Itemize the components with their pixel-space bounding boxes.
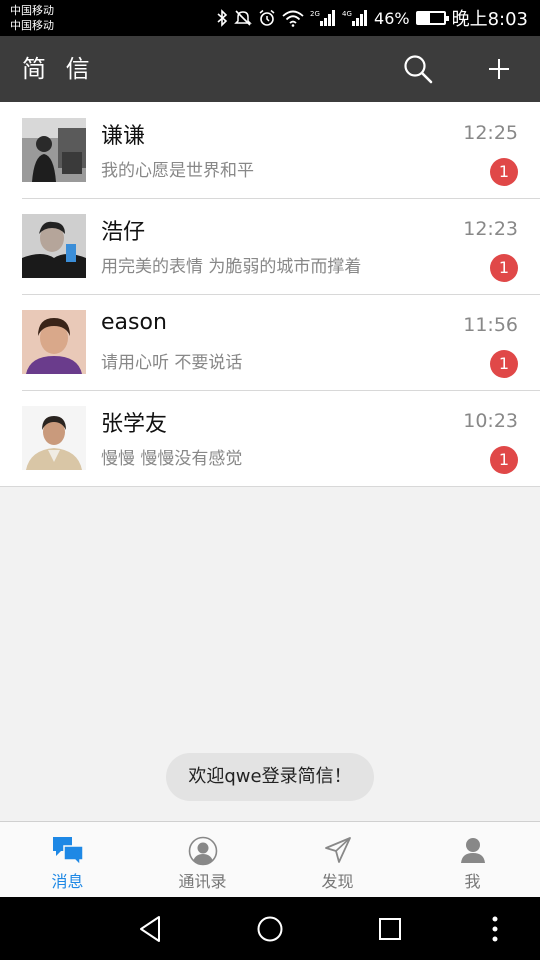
message-time: 11:56 xyxy=(463,314,518,336)
unread-badge: 1 xyxy=(490,254,518,282)
carrier-label-1: 中国移动 xyxy=(10,4,54,17)
contact-name: 谦谦 xyxy=(101,124,146,149)
recents-icon xyxy=(379,918,401,940)
contact-name: eason xyxy=(101,310,167,335)
chat-item[interactable]: 张学友 慢慢 慢慢没有感觉 10:23 1 xyxy=(0,390,540,486)
home-button[interactable] xyxy=(252,911,288,947)
unread-badge: 1 xyxy=(490,446,518,474)
person-icon xyxy=(460,838,485,863)
more-vert-icon xyxy=(492,916,498,942)
tab-label: 通讯录 xyxy=(178,872,227,891)
tab-messages[interactable]: 消息 xyxy=(0,822,135,898)
message-preview: 用完美的表情 为脆弱的城市而撑着 xyxy=(101,257,362,277)
svg-text:2G: 2G xyxy=(310,10,320,18)
chat-item[interactable]: eason 请用心听 不要说话 11:56 1 xyxy=(0,294,540,390)
add-button[interactable] xyxy=(481,51,517,87)
tab-label: 消息 xyxy=(51,872,84,891)
bluetooth-icon xyxy=(216,9,228,27)
signal-4g-icon: 4G xyxy=(342,8,368,28)
message-preview: 慢慢 慢慢没有感觉 xyxy=(101,449,243,469)
mute-icon xyxy=(234,9,252,27)
carrier-labels: 中国移动 中国移动 xyxy=(10,3,54,33)
tab-contacts[interactable]: 通讯录 xyxy=(135,822,270,898)
back-button[interactable] xyxy=(132,911,168,947)
signal-2g-icon: 2G xyxy=(310,8,336,28)
plus-icon xyxy=(489,59,509,79)
tab-label: 我 xyxy=(464,872,481,891)
message-preview: 请用心听 不要说话 xyxy=(101,353,243,373)
tab-label: 发现 xyxy=(321,872,354,891)
app-title: 简 信 xyxy=(22,55,96,83)
alarm-icon xyxy=(258,9,276,27)
status-indicators: 2G 4G 46% 晚上8:03 xyxy=(216,0,528,36)
chat-list: 谦谦 我的心愿是世界和平 12:25 1 浩仔 用完美的表情 为脆弱的城市而撑着… xyxy=(0,102,540,487)
battery-icon xyxy=(415,11,449,25)
avatar xyxy=(22,214,86,278)
system-nav-bar xyxy=(0,897,540,960)
wifi-icon xyxy=(282,9,304,27)
message-time: 12:23 xyxy=(463,218,518,240)
message-time: 10:23 xyxy=(463,410,518,432)
unread-badge: 1 xyxy=(490,158,518,186)
send-icon xyxy=(324,837,351,863)
avatar xyxy=(22,118,86,182)
status-bar: 中国移动 中国移动 2G 4G 46% 晚上8:03 xyxy=(0,0,540,36)
contacts-icon xyxy=(188,836,217,866)
clock: 晚上8:03 xyxy=(451,9,528,30)
carrier-label-2: 中国移动 xyxy=(10,19,54,32)
more-button[interactable] xyxy=(477,911,513,947)
messages-icon xyxy=(52,837,84,866)
message-preview: 我的心愿是世界和平 xyxy=(101,161,254,181)
message-time: 12:25 xyxy=(463,122,518,144)
chat-item[interactable]: 浩仔 用完美的表情 为脆弱的城市而撑着 12:23 1 xyxy=(0,198,540,294)
back-icon xyxy=(140,916,160,942)
bottom-nav: 消息 通讯录 发现 我 xyxy=(0,821,540,897)
search-button[interactable] xyxy=(400,51,436,87)
app-bar: 简 信 xyxy=(0,36,540,102)
home-icon xyxy=(257,916,283,942)
contact-name: 浩仔 xyxy=(101,220,146,245)
battery-percent: 46% xyxy=(374,8,410,28)
login-toast: 欢迎qwe登录简信！ xyxy=(166,753,374,801)
tab-me[interactable]: 我 xyxy=(405,822,540,898)
recents-button[interactable] xyxy=(372,911,408,947)
unread-badge: 1 xyxy=(490,350,518,378)
avatar xyxy=(22,310,86,374)
tab-discover[interactable]: 发现 xyxy=(270,822,405,898)
avatar xyxy=(22,406,86,470)
search-icon xyxy=(404,55,433,84)
chat-item[interactable]: 谦谦 我的心愿是世界和平 12:25 1 xyxy=(0,102,540,198)
contact-name: 张学友 xyxy=(101,412,168,437)
svg-text:4G: 4G xyxy=(342,10,352,18)
